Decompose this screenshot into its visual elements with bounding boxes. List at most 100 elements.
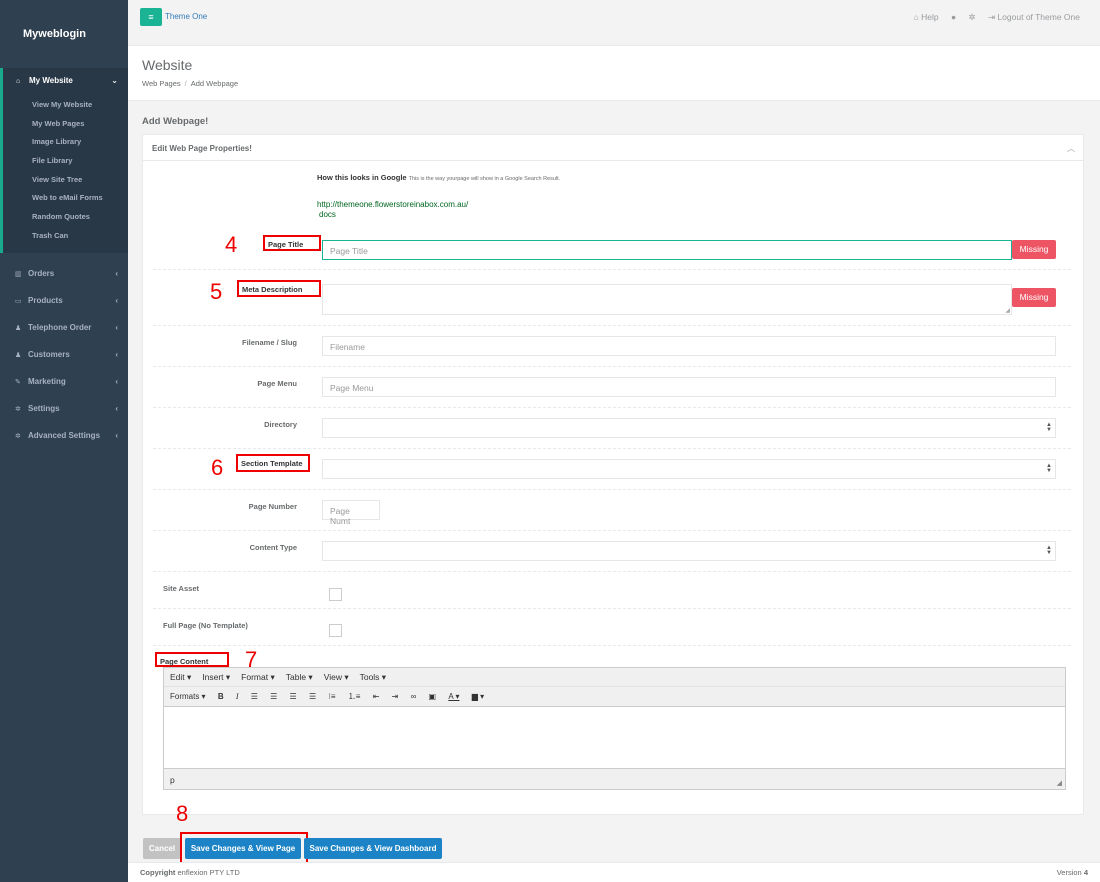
- collapse-chevron-icon[interactable]: ︿: [1067, 143, 1075, 154]
- full-page-checkbox[interactable]: [329, 624, 342, 637]
- editor-content-area[interactable]: [164, 707, 1065, 767]
- chevron-left-icon: ‹: [115, 295, 118, 305]
- version-number: 4: [1083, 868, 1088, 877]
- google-preview-label: How this looks in Google This is the way …: [317, 173, 560, 182]
- sidebar-item-label: Marketing: [28, 376, 66, 386]
- editor-menu-view[interactable]: View ▾: [324, 672, 349, 682]
- page-title-input[interactable]: Page Title: [322, 240, 1012, 260]
- outdent-icon[interactable]: ⇤: [373, 692, 380, 701]
- cancel-button[interactable]: Cancel: [143, 838, 181, 859]
- sidebar-item-advanced-settings[interactable]: ✲ Advanced Settings ‹: [0, 423, 128, 450]
- google-preview-title: How this looks in Google: [317, 173, 407, 182]
- user-icon[interactable]: ●: [951, 12, 956, 22]
- subnav-trash-can[interactable]: Trash Can: [3, 228, 128, 247]
- bold-icon[interactable]: B: [218, 692, 224, 701]
- breadcrumb-web-pages[interactable]: Web Pages: [142, 79, 181, 88]
- subnav-view-site-tree[interactable]: View Site Tree: [3, 172, 128, 191]
- sidebar-item-label: Telephone Order: [28, 322, 92, 332]
- chevron-left-icon: ‹: [115, 322, 118, 332]
- chevron-down-icon: ⌄: [111, 76, 118, 85]
- editor-toolbar: Formats ▾ B I ☰ ☰ ☰ ☰ ⁝≡ ⒈≡ ⇤ ⇥ ∞ ▣ A ▾ …: [164, 687, 1065, 707]
- sidebar-item-customers[interactable]: ♟ Customers ‹: [0, 342, 128, 369]
- resize-grip-icon: ◢: [1005, 308, 1010, 314]
- copyright-label: Copyright: [140, 868, 176, 877]
- link-icon[interactable]: ∞: [411, 692, 417, 701]
- image-icon[interactable]: ▣: [429, 692, 437, 701]
- align-center-icon[interactable]: ☰: [270, 692, 277, 701]
- page-number-input[interactable]: Page Numt: [322, 500, 380, 526]
- sidebar-item-label: Advanced Settings: [28, 430, 101, 440]
- filename-input[interactable]: Filename: [322, 336, 1056, 356]
- sidebar-item-products[interactable]: ▭ Products ‹: [0, 288, 128, 315]
- subnav-file-library[interactable]: File Library: [3, 153, 128, 172]
- editor-menu-tools[interactable]: Tools ▾: [360, 672, 386, 682]
- sidebar-item-label: Customers: [28, 349, 70, 359]
- company-name: enflexion PTY LTD: [177, 868, 240, 877]
- editor-menu-format[interactable]: Format ▾: [241, 672, 275, 682]
- editor-menu-insert[interactable]: Insert ▾: [202, 672, 230, 682]
- page-heading: Website Web Pages / Add Webpage: [128, 46, 1100, 101]
- directory-select[interactable]: ▲ ▼: [322, 418, 1056, 438]
- footer: Copyright enflexion PTY LTD Version 4: [128, 862, 1100, 882]
- editor-menu-edit[interactable]: Edit ▾: [170, 672, 191, 682]
- meta-description-textarea[interactable]: ◢: [322, 284, 1012, 315]
- editor-menu-table[interactable]: Table ▾: [286, 672, 313, 682]
- page-content-label: Page Content: [155, 652, 229, 667]
- text-color-icon[interactable]: A ▾: [448, 692, 459, 701]
- align-justify-icon[interactable]: ☰: [309, 692, 316, 701]
- subnav-image-library[interactable]: Image Library: [3, 134, 128, 153]
- row-content-type: Content Type ▲ ▼: [153, 531, 1071, 572]
- site-link[interactable]: Theme One: [165, 12, 207, 21]
- edit-properties-panel: Edit Web Page Properties! ︿ How this loo…: [142, 134, 1084, 815]
- meta-description-label: Meta Description: [237, 280, 321, 297]
- hamburger-icon: ≡: [148, 12, 154, 22]
- select-arrows-icon: ▲ ▼: [1046, 463, 1052, 474]
- google-url: http://themeone.flowerstoreinabox.com.au…: [317, 200, 469, 209]
- indent-icon[interactable]: ⇥: [392, 692, 399, 701]
- users-icon: ♟: [15, 324, 22, 332]
- gears-icon: ✲: [15, 432, 21, 440]
- directory-label: Directory: [264, 420, 297, 429]
- background-color-icon[interactable]: ▆ ▾: [472, 692, 484, 701]
- breadcrumb: Web Pages / Add Webpage: [142, 79, 238, 88]
- meta-description-missing-badge: Missing: [1012, 288, 1056, 307]
- section-template-select[interactable]: ▲ ▼: [322, 459, 1056, 479]
- site-asset-checkbox[interactable]: [329, 588, 342, 601]
- subnav-random-quotes[interactable]: Random Quotes: [3, 209, 128, 228]
- gear-icon[interactable]: ✲: [968, 12, 975, 22]
- annotation-5: 5: [210, 279, 223, 304]
- version-info: Version 4: [1057, 868, 1088, 877]
- align-right-icon[interactable]: ☰: [290, 692, 297, 701]
- bullet-list-icon[interactable]: ⁝≡: [328, 692, 335, 701]
- version-label: Version: [1056, 868, 1082, 877]
- top-right-links: ⌂ Help ● ✲ ⇥ Logout of Theme One: [904, 12, 1080, 23]
- help-link[interactable]: ⌂ Help: [914, 12, 939, 22]
- brand-logo[interactable]: Myweblogin: [0, 0, 128, 68]
- subnav-my-web-pages[interactable]: My Web Pages: [3, 116, 128, 135]
- subnav-web-to-email-forms[interactable]: Web to eMail Forms: [3, 190, 128, 209]
- bar-chart-icon: ▥: [15, 270, 22, 278]
- chevron-left-icon: ‹: [115, 430, 118, 440]
- sidebar-item-marketing[interactable]: ✎ Marketing ‹: [0, 369, 128, 396]
- save-view-dashboard-button[interactable]: Save Changes & View Dashboard: [304, 838, 442, 859]
- resize-grip-icon[interactable]: ◢: [1057, 779, 1062, 787]
- chevron-left-icon: ‹: [115, 403, 118, 413]
- save-view-page-button[interactable]: Save Changes & View Page: [185, 838, 301, 859]
- page-menu-input[interactable]: Page Menu: [322, 377, 1056, 397]
- formats-dropdown[interactable]: Formats ▾: [170, 692, 206, 701]
- align-left-icon[interactable]: ☰: [251, 692, 258, 701]
- sidebar-item-my-website[interactable]: ⌂ My Website ⌄: [0, 68, 128, 95]
- content-type-select[interactable]: ▲ ▼: [322, 541, 1056, 561]
- google-preview-url: http://themeone.flowerstoreinabox.com.au…: [317, 200, 468, 220]
- numbered-list-icon[interactable]: ⒈≡: [348, 691, 361, 702]
- subnav-view-my-website[interactable]: View My Website: [3, 97, 128, 116]
- italic-icon[interactable]: I: [236, 692, 239, 701]
- sidebar-item-telephone-order[interactable]: ♟ Telephone Order ‹: [0, 315, 128, 342]
- sidebar-item-settings[interactable]: ✲ Settings ‹: [0, 396, 128, 423]
- menu-toggle-button[interactable]: ≡: [140, 8, 162, 26]
- sidebar-item-orders[interactable]: ▥ Orders ‹: [0, 261, 128, 288]
- logout-link[interactable]: ⇥ Logout of Theme One: [988, 12, 1080, 22]
- sidebar: Myweblogin ⌂ My Website ⌄ View My Website…: [0, 0, 128, 882]
- full-page-label: Full Page (No Template): [163, 621, 248, 630]
- users-icon: ♟: [15, 351, 22, 359]
